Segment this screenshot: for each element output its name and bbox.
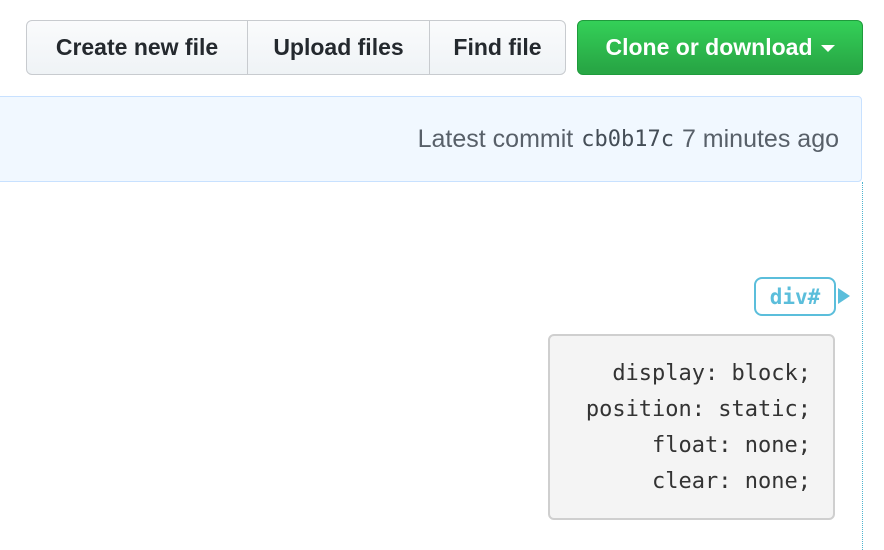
upload-files-button[interactable]: Upload files: [247, 21, 429, 74]
css-rule-display: display: block;: [612, 361, 811, 386]
create-new-file-button[interactable]: Create new file: [27, 21, 247, 74]
latest-commit-label: Latest commit: [417, 124, 574, 153]
commit-sha-link[interactable]: cb0b17c: [581, 127, 674, 152]
css-rule-clear: clear: none;: [652, 469, 811, 494]
caret-down-icon: [820, 45, 835, 52]
inspector-element-tag: div#: [754, 277, 836, 316]
inspector-css-panel: display: block; position: static; float:…: [548, 334, 835, 520]
css-rule-float: float: none;: [652, 433, 811, 458]
find-file-button[interactable]: Find file: [429, 21, 565, 74]
clone-or-download-label: Clone or download: [605, 34, 813, 60]
commit-time: 7 minutes ago: [681, 124, 839, 153]
page: Create new file Upload files Find file C…: [0, 0, 884, 550]
latest-commit-bar: Latest commit cb0b17c 7 minutes ago: [0, 96, 862, 182]
inspector-guide-line: [862, 182, 863, 550]
css-rule-position: position: static;: [585, 397, 811, 422]
pointer-arrow-icon: [838, 288, 850, 304]
file-actions-group: Create new file Upload files Find file: [26, 20, 566, 75]
clone-or-download-button[interactable]: Clone or download: [577, 20, 863, 75]
